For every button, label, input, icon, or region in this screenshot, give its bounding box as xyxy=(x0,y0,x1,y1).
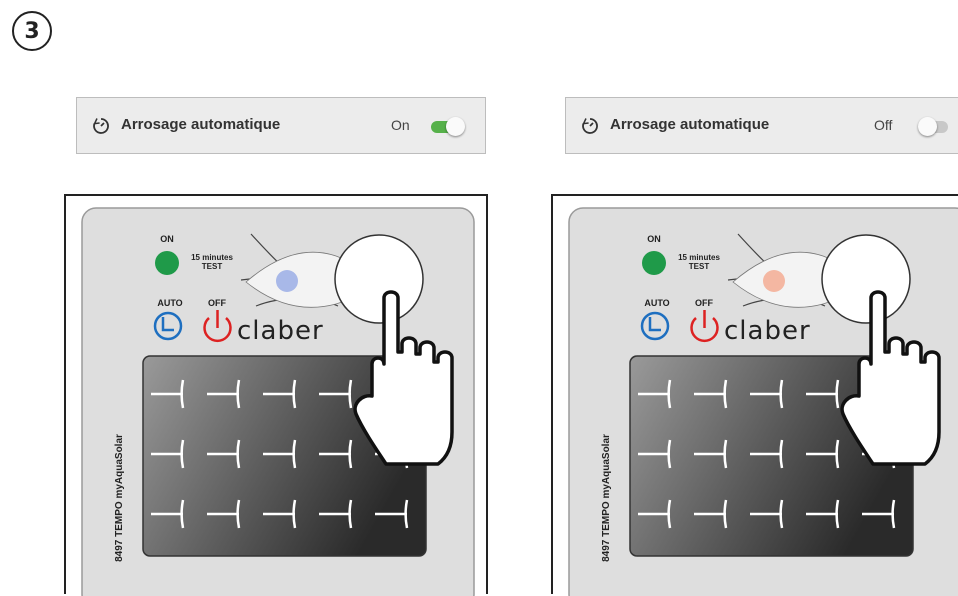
step-number-badge: 3 xyxy=(12,11,52,51)
timer-icon xyxy=(93,118,109,134)
on-indicator-dot xyxy=(642,251,666,275)
solar-cell-busbar xyxy=(292,499,297,529)
solar-cell-busbar xyxy=(835,499,840,529)
switch-knob[interactable] xyxy=(446,117,465,136)
solar-cell-busbar xyxy=(723,379,728,409)
test-button[interactable] xyxy=(334,234,424,324)
solar-cell-busbar xyxy=(180,499,185,529)
solar-cell-busbar xyxy=(667,439,672,469)
status-led xyxy=(763,270,785,292)
brand-logo: claber xyxy=(724,316,811,346)
solar-cell-busbar xyxy=(723,499,728,529)
solar-cell-busbar xyxy=(236,379,241,409)
auto-watering-toggle-row[interactable]: Arrosage automatique Off xyxy=(565,97,958,154)
off-label: OFF xyxy=(695,298,713,308)
solar-cell-busbar xyxy=(236,499,241,529)
toggle-state-text: On xyxy=(391,117,410,133)
solar-cell-busbar xyxy=(667,499,672,529)
solar-cell-busbar xyxy=(348,439,353,469)
device-drawing: ON 15 minutes TEST AUTO OFF claber 8497 … xyxy=(568,207,958,596)
toggle-state-text: Off xyxy=(874,117,893,133)
device-drawing: ON 15 minutes TEST AUTO OFF claber 8497 … xyxy=(81,207,475,596)
off-label: OFF xyxy=(208,298,226,308)
controller-device-illustration: ON 15 minutes TEST AUTO OFF claber 8497 … xyxy=(64,194,488,596)
solar-cell-busbar xyxy=(891,499,896,529)
timer-icon xyxy=(582,118,598,134)
solar-cell-busbar xyxy=(180,439,185,469)
solar-cell-busbar xyxy=(236,439,241,469)
auto-label: AUTO xyxy=(644,298,669,308)
model-label: 8497 TEMPO myAquaSolar xyxy=(114,434,125,562)
auto-watering-label: Arrosage automatique xyxy=(610,116,770,133)
status-led xyxy=(276,270,298,292)
solar-cell-busbar xyxy=(835,379,840,409)
solar-cell-busbar xyxy=(779,439,784,469)
auto-watering-switch[interactable] xyxy=(918,116,952,136)
test-button[interactable] xyxy=(821,234,911,324)
solar-cell-busbar xyxy=(348,499,353,529)
solar-cell-busbar xyxy=(292,439,297,469)
solar-cell-busbar xyxy=(779,379,784,409)
solar-cell-busbar xyxy=(723,439,728,469)
test-label-line2: TEST xyxy=(689,262,710,271)
test-label-line1: 15 minutes xyxy=(191,253,233,262)
solar-cell-busbar xyxy=(404,499,409,529)
solar-cell-busbar xyxy=(667,379,672,409)
model-label: 8497 TEMPO myAquaSolar xyxy=(601,434,612,562)
auto-label: AUTO xyxy=(157,298,182,308)
on-label: ON xyxy=(647,234,661,244)
auto-watering-label: Arrosage automatique xyxy=(121,116,281,133)
controller-device-illustration: ON 15 minutes TEST AUTO OFF claber 8497 … xyxy=(551,194,958,596)
step-number: 3 xyxy=(24,18,40,44)
solar-cell-busbar xyxy=(292,379,297,409)
test-label-line1: 15 minutes xyxy=(678,253,720,262)
solar-cell-busbar xyxy=(779,499,784,529)
brand-logo: claber xyxy=(237,316,324,346)
solar-cell-busbar xyxy=(348,379,353,409)
test-label-line2: TEST xyxy=(202,262,223,271)
on-label: ON xyxy=(160,234,174,244)
auto-watering-switch[interactable] xyxy=(431,116,465,136)
auto-watering-toggle-row[interactable]: Arrosage automatique On xyxy=(76,97,486,154)
switch-knob[interactable] xyxy=(918,117,937,136)
solar-cell-busbar xyxy=(835,439,840,469)
on-indicator-dot xyxy=(155,251,179,275)
solar-cell-busbar xyxy=(180,379,185,409)
